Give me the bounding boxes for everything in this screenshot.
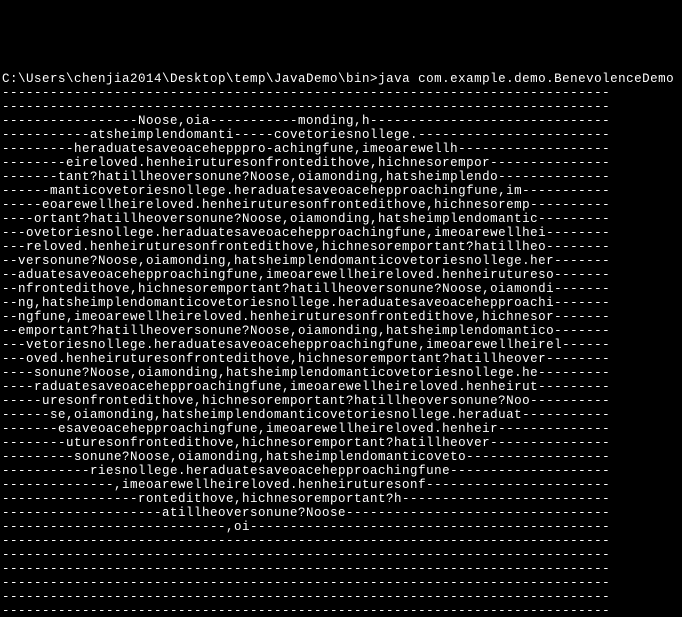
terminal-output: ----------------------------------------… (2, 86, 680, 617)
terminal-window[interactable]: C:\Users\chenjia2014\Desktop\temp\JavaDe… (0, 70, 682, 617)
prompt-path: C:\Users\chenjia2014\Desktop\temp\JavaDe… (2, 72, 378, 86)
prompt-command: java com.example.demo.BenevolenceDemo (378, 72, 674, 86)
